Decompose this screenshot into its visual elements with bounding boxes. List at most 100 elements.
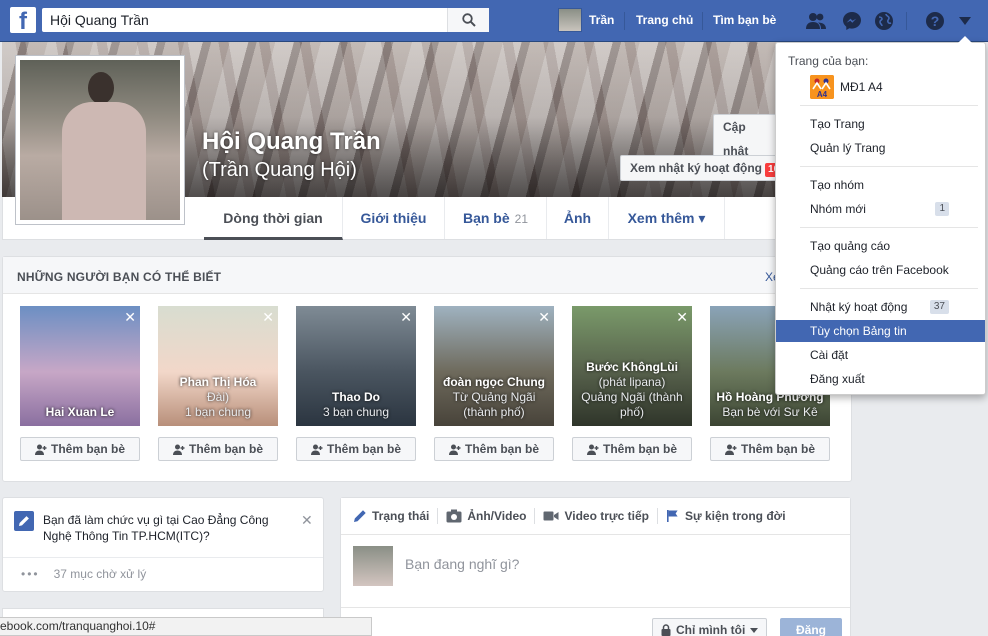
pencil-icon — [14, 511, 34, 531]
dropdown-menu-item[interactable]: Tạo Trang — [776, 113, 985, 135]
dropdown-item-label: Cài đặt — [810, 348, 849, 362]
pymk-name[interactable]: Bước KhôngLùi — [572, 360, 692, 375]
pymk-name[interactable]: Thao Do — [296, 390, 416, 405]
add-friend-label: Thêm bạn bè — [740, 442, 815, 456]
privacy-label: Chỉ mình tôi — [676, 623, 746, 636]
pymk-name[interactable]: đoàn ngọc Chung — [434, 375, 554, 390]
friend-requests-icon[interactable] — [804, 9, 828, 33]
composer-tabs: Trạng thái Ảnh/Video Video trực tiếp Sự … — [341, 498, 850, 535]
pymk-card: ✕ Bước KhôngLùi (phát lipana) Quảng Ngãi (t… — [572, 306, 692, 461]
dropdown-item-label: Tạo nhóm — [810, 178, 865, 192]
nav-profile-link[interactable]: Trần — [558, 6, 614, 34]
pymk-name[interactable]: Hai Xuan Le — [20, 405, 140, 420]
dropdown-menu-item[interactable]: Tùy chọn Bảng tin — [776, 320, 985, 342]
lock-icon — [661, 624, 671, 636]
activity-log-button[interactable]: Xem nhật ký hoạt động 10 — [620, 155, 793, 181]
tab-friends[interactable]: Bạn bè 21 — [445, 197, 547, 239]
pymk-title: NHỮNG NGƯỜI BẠN CÓ THỂ BIẾT — [3, 257, 851, 294]
tab-about[interactable]: Giới thiệu — [343, 197, 445, 239]
tab-label: Bạn bè — [462, 210, 510, 226]
add-friend-button[interactable]: Thêm bạn bè — [296, 437, 416, 461]
tab-more[interactable]: Xem thêm ▾ — [609, 197, 725, 239]
pymk-photo[interactable]: ✕ Hai Xuan Le — [20, 306, 140, 426]
pymk-caption: Phan Thị Hóa Đài) 1 bạn chung — [158, 375, 278, 420]
notifications-globe-icon[interactable] — [872, 9, 896, 33]
add-friend-button[interactable]: Thêm bạn bè — [434, 437, 554, 461]
close-icon[interactable]: ✕ — [676, 309, 688, 326]
people-you-may-know-panel: NHỮNG NGƯỜI BẠN CÓ THỂ BIẾT Xe ✕ Hai Xuan… — [2, 256, 852, 482]
add-friend-button[interactable]: Thêm bạn bè — [572, 437, 692, 461]
search-button[interactable] — [447, 8, 489, 32]
dropdown-separator — [800, 227, 978, 228]
help-icon[interactable]: ? — [923, 9, 947, 33]
account-menu-chevron-icon[interactable] — [953, 9, 977, 33]
composer-footer: Chỉ mình tôi Đăng — [341, 607, 850, 636]
dropdown-menu-item[interactable]: Quản lý Trang — [776, 137, 985, 159]
composer-tab-status[interactable]: Trạng thái — [353, 508, 439, 524]
profile-alternate-name: (Trần Quang Hội) — [202, 159, 357, 181]
composer-tab-label: Sự kiện trong đời — [684, 509, 786, 523]
account-dropdown-menu: Trang của bạn: A4 MĐ1 A4 Tạo Trang Quản l… — [775, 36, 986, 395]
nav-user-name: Trần — [589, 13, 615, 27]
dropdown-menu-item[interactable]: Nhóm mới 1 — [776, 198, 985, 220]
status-bar-url: ebook.com/tranquanghoi.10# — [0, 617, 372, 636]
nav-separator — [906, 12, 907, 30]
post-button[interactable]: Đăng — [780, 618, 842, 636]
pymk-card: ✕ đoàn ngọc Chung Từ Quảng Ngãi (thành phố)… — [434, 306, 554, 461]
composer-tab-live-video[interactable]: Video trực tiếp — [543, 508, 658, 524]
job-prompt-question[interactable]: Bạn đã làm chức vụ gì tại Cao Đẳng Công … — [43, 512, 293, 544]
pymk-caption: đoàn ngọc Chung Từ Quảng Ngãi (thành phố) — [434, 375, 554, 420]
tab-timeline[interactable]: Dòng thời gian — [204, 197, 343, 240]
pymk-photo[interactable]: ✕ Thao Do 3 bạn chung — [296, 306, 416, 426]
dropdown-arrow — [958, 36, 972, 43]
facebook-f-icon[interactable]: f — [10, 7, 36, 33]
tab-label: Ảnh — [563, 210, 592, 226]
pymk-caption: Thao Do 3 bạn chung — [296, 390, 416, 420]
search-input[interactable] — [42, 8, 447, 32]
nav-separator — [624, 12, 625, 30]
pymk-card: ✕ Phan Thị Hóa Đài) 1 bạn chung Thêm bạn bè — [158, 306, 278, 461]
dropdown-menu-item[interactable]: Cài đặt — [776, 344, 985, 366]
privacy-selector-button[interactable]: Chỉ mình tôi — [652, 618, 768, 636]
dropdown-menu-item[interactable]: Đăng xuất — [776, 368, 985, 390]
profile-photo-head — [88, 72, 114, 104]
add-friend-button[interactable]: Thêm bạn bè — [158, 437, 278, 461]
add-friend-button[interactable]: Thêm bạn bè — [710, 437, 830, 461]
composer-tab-photo-video[interactable]: Ảnh/Video — [446, 508, 536, 524]
dropdown-page-item[interactable]: A4 MĐ1 A4 — [810, 75, 883, 99]
add-friend-button[interactable]: Thêm bạn bè — [20, 437, 140, 461]
composer-input[interactable]: Bạn đang nghĩ gì? — [405, 556, 519, 572]
pymk-name[interactable]: Phan Thị Hóa — [158, 375, 278, 390]
dropdown-item-label: Quản lý Trang — [810, 141, 886, 155]
pymk-photo[interactable]: ✕ Bước KhôngLùi (phát lipana) Quảng Ngãi (t… — [572, 306, 692, 426]
profile-name[interactable]: Hội Quang Trần — [202, 128, 381, 156]
close-icon[interactable]: ✕ — [538, 309, 550, 326]
dropdown-menu-item[interactable]: Tạo nhóm — [776, 174, 985, 196]
tab-photos[interactable]: Ảnh — [547, 197, 609, 239]
pymk-caption: Hai Xuan Le — [20, 405, 140, 420]
composer-tab-label: Video trực tiếp — [564, 509, 649, 523]
dropdown-item-label: Đăng xuất — [810, 372, 865, 386]
camera-icon — [446, 509, 462, 523]
pencil-icon — [354, 510, 366, 522]
close-icon[interactable]: ✕ — [400, 309, 412, 326]
profile-photo-body — [62, 102, 146, 220]
close-icon[interactable]: ✕ — [124, 309, 136, 326]
nav-find-friends-link[interactable]: Tìm bạn bè — [713, 13, 776, 27]
pymk-photo[interactable]: ✕ Phan Thị Hóa Đài) 1 bạn chung — [158, 306, 278, 426]
dots-icon: ••• — [21, 567, 40, 581]
composer-tab-life-event[interactable]: Sự kiện trong đời — [666, 508, 794, 524]
your-pages-heading: Trang của bạn: — [788, 54, 869, 68]
dropdown-menu-item[interactable]: Quảng cáo trên Facebook — [776, 259, 985, 281]
nav-home-link[interactable]: Trang chủ — [636, 13, 693, 27]
add-friend-label: Thêm bạn bè — [188, 442, 263, 456]
close-icon[interactable]: ✕ — [301, 512, 313, 529]
profile-picture[interactable] — [15, 55, 185, 225]
dropdown-menu-item[interactable]: Nhật ký hoạt động 37 — [776, 296, 985, 318]
pymk-photo[interactable]: ✕ đoàn ngọc Chung Từ Quảng Ngãi (thành phố) — [434, 306, 554, 426]
messenger-icon[interactable] — [840, 9, 864, 33]
pending-items-row[interactable]: ••• 37 mục chờ xử lý — [3, 557, 323, 581]
composer-tab-label: Trạng thái — [372, 509, 430, 523]
close-icon[interactable]: ✕ — [262, 309, 274, 326]
dropdown-menu-item[interactable]: Tạo quảng cáo — [776, 235, 985, 257]
